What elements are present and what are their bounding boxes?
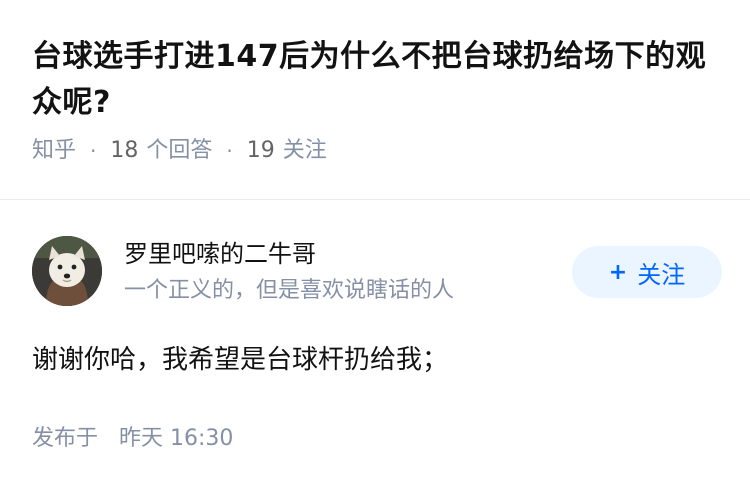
- published-info: 发布于 昨天 16:30: [32, 424, 233, 454]
- published-time: 昨天 16:30: [119, 426, 234, 451]
- section-divider: [0, 199, 750, 200]
- author-card: 罗里吧嗦的二牛哥 一个正义的，但是喜欢说瞎话的人 + 关注: [32, 236, 722, 308]
- question-meta: 知乎 · 18 个回答 · 19 关注: [32, 136, 722, 166]
- follow-button[interactable]: + 关注: [572, 246, 722, 298]
- meta-separator: ·: [90, 139, 97, 163]
- follow-label: 关注: [637, 260, 686, 289]
- dog-avatar-icon: [32, 236, 102, 306]
- question-title[interactable]: 台球选手打进147后为什么不把台球扔给场下的观众呢?: [32, 34, 722, 126]
- answers-count: 18: [110, 138, 139, 163]
- avatar[interactable]: [32, 236, 102, 306]
- followers-count: 19: [246, 138, 275, 163]
- meta-separator: ·: [226, 139, 233, 163]
- author-bio: 一个正义的，但是喜欢说瞎话的人: [124, 278, 455, 303]
- question-header: 台球选手打进147后为什么不把台球扔给场下的观众呢? 知乎 · 18 个回答 ·…: [32, 34, 722, 166]
- answer-content[interactable]: 谢谢你哈，我希望是台球杆扔给我；: [32, 340, 722, 380]
- source-label[interactable]: 知乎: [32, 136, 76, 166]
- answers-label[interactable]: 个回答: [146, 136, 212, 166]
- author-name[interactable]: 罗里吧嗦的二牛哥: [124, 238, 316, 270]
- followers-label: 关注: [282, 138, 327, 163]
- published-label: 发布于: [32, 426, 99, 451]
- plus-icon: +: [608, 259, 628, 285]
